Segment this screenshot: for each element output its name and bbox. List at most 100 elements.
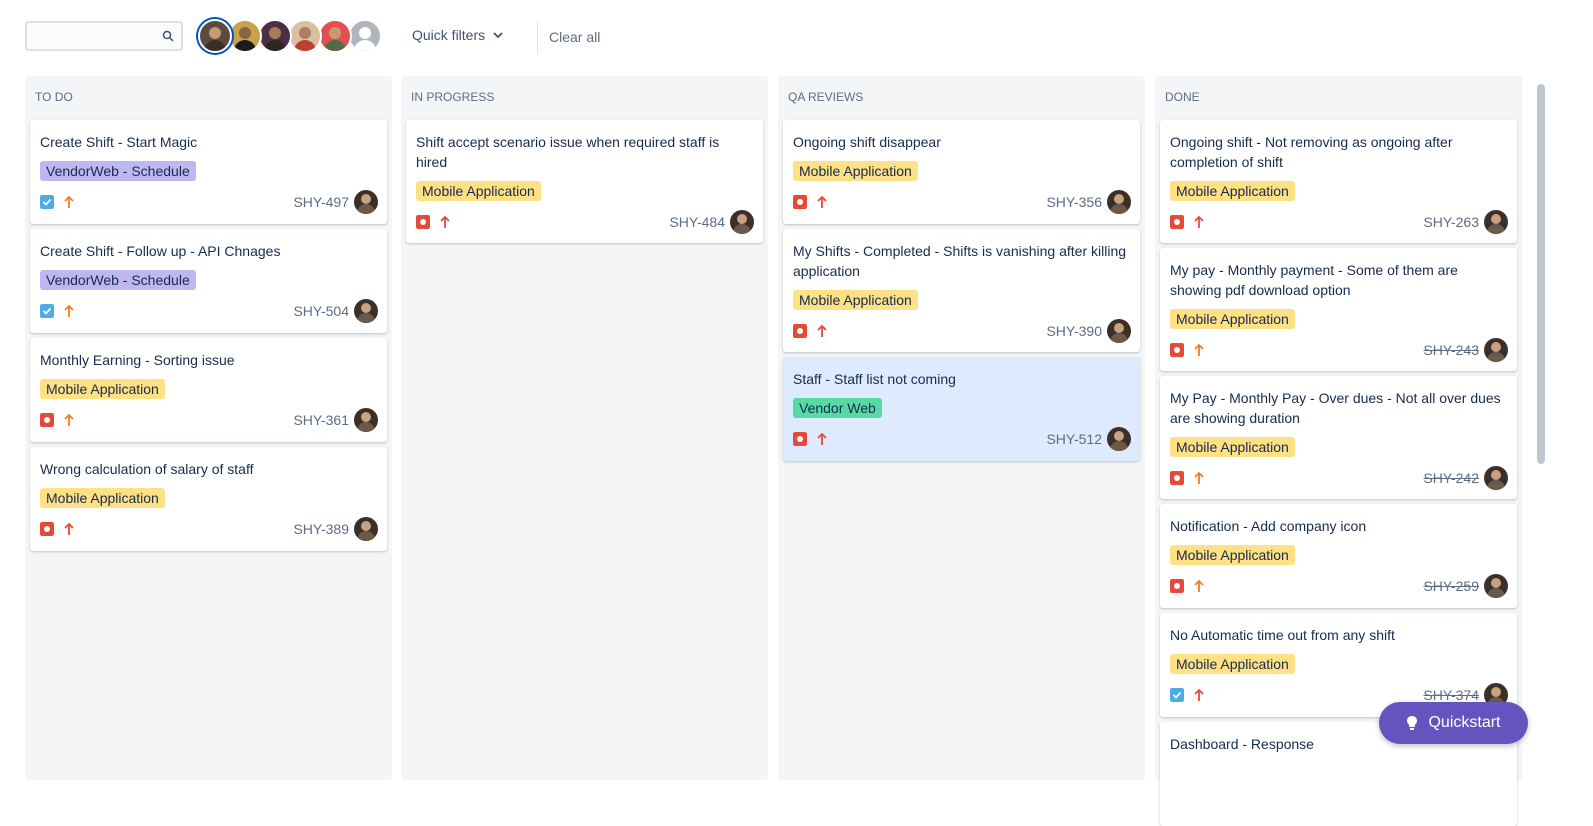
issue-card[interactable]: My pay - Monthly payment - Some of them …	[1160, 248, 1517, 371]
avatar-body	[234, 40, 256, 51]
avatar-filter-3[interactable]	[258, 19, 292, 53]
epic-label[interactable]: VendorWeb - Schedule	[40, 270, 196, 290]
avatar-filter-6[interactable]	[348, 19, 382, 53]
issue-card[interactable]: Staff - Staff list not coming Vendor Web S…	[783, 357, 1140, 461]
avatar-body	[1110, 204, 1128, 214]
avatar-body	[324, 40, 346, 51]
avatar-face	[239, 27, 251, 39]
quick-filters-label: Quick filters	[412, 27, 486, 43]
bug-type-icon	[1170, 579, 1184, 593]
quickstart-button[interactable]: Quickstart	[1379, 702, 1528, 744]
search-input[interactable]	[25, 21, 183, 51]
epic-label[interactable]: Mobile Application	[416, 181, 541, 201]
priority-medium-arrow-icon	[64, 413, 74, 426]
quickstart-label: Quickstart	[1428, 714, 1501, 731]
issue-key[interactable]: SHY-243	[1423, 342, 1479, 358]
issue-title: No Automatic time out from any shift	[1170, 627, 1395, 643]
column-qa-reviews: QA REVIEWS Ongoing shift disappear Mobile …	[778, 76, 1145, 780]
avatar-filter-2[interactable]	[228, 19, 262, 53]
epic-label[interactable]: Mobile Application	[40, 488, 165, 508]
issue-key[interactable]: SHY-263	[1423, 214, 1479, 230]
issue-card[interactable]: Monthly Earning - Sorting issue Mobile Ap…	[30, 338, 387, 442]
issue-title: Ongoing shift - Not removing as ongoing …	[1170, 134, 1453, 170]
issue-key[interactable]: SHY-484	[669, 214, 725, 230]
issue-card[interactable]: Create Shift - Follow up - API Chnages Ve…	[30, 229, 387, 333]
issue-key[interactable]: SHY-504	[293, 303, 349, 319]
avatar-face	[1114, 323, 1124, 333]
issue-card[interactable]: My Shifts - Completed - Shifts is vanish…	[783, 229, 1140, 352]
epic-label[interactable]: Mobile Application	[1170, 181, 1295, 201]
assignee-avatar[interactable]	[1107, 190, 1131, 214]
avatar-face	[737, 214, 747, 224]
assignee-avatar[interactable]	[1107, 319, 1131, 343]
scrollbar-thumb[interactable]	[1537, 84, 1545, 464]
epic-label[interactable]: Mobile Application	[793, 290, 918, 310]
issue-key[interactable]: SHY-242	[1423, 470, 1479, 486]
clear-all-button[interactable]: Clear all	[549, 29, 600, 45]
bug-type-icon	[1170, 215, 1184, 229]
issue-card[interactable]: Ongoing shift disappear Mobile Applicatio…	[783, 120, 1140, 224]
issue-key[interactable]: SHY-361	[293, 412, 349, 428]
bug-type-icon	[40, 413, 54, 427]
epic-label[interactable]: Vendor Web	[793, 398, 882, 418]
task-type-icon	[40, 304, 54, 318]
issue-card[interactable]: My Pay - Monthly Pay - Over dues - Not a…	[1160, 376, 1517, 499]
epic-label[interactable]: Mobile Application	[1170, 654, 1295, 674]
issue-title: My Shifts - Completed - Shifts is vanish…	[793, 243, 1127, 279]
issue-key[interactable]: SHY-356	[1046, 194, 1102, 210]
avatar-body	[1487, 588, 1505, 598]
assignee-avatar[interactable]	[1484, 574, 1508, 598]
avatar-face	[361, 194, 371, 204]
assignee-avatar[interactable]	[354, 299, 378, 323]
priority-medium-arrow-icon	[1194, 343, 1204, 356]
issue-card[interactable]: Wrong calculation of salary of staff Mobi…	[30, 447, 387, 551]
issue-key[interactable]: SHY-259	[1423, 578, 1479, 594]
epic-label[interactable]: Mobile Application	[1170, 437, 1295, 457]
issue-card[interactable]: Notification - Add company icon Mobile Ap…	[1160, 504, 1517, 608]
quick-filters-dropdown[interactable]: Quick filters	[412, 27, 503, 43]
epic-label[interactable]: Mobile Application	[40, 379, 165, 399]
epic-label[interactable]: VendorWeb - Schedule	[40, 161, 196, 181]
avatar-filter-1[interactable]	[198, 19, 232, 53]
issue-card[interactable]: Ongoing shift - Not removing as ongoing …	[1160, 120, 1517, 243]
assignee-avatar[interactable]	[730, 210, 754, 234]
avatar-face	[269, 27, 281, 39]
bug-type-icon	[416, 215, 430, 229]
avatar-body	[357, 531, 375, 541]
avatar-body	[733, 224, 751, 234]
avatar-body	[1487, 352, 1505, 362]
avatar-body	[357, 422, 375, 432]
epic-label[interactable]: Mobile Application	[793, 161, 918, 181]
bug-type-icon	[793, 432, 807, 446]
issue-key[interactable]: SHY-497	[293, 194, 349, 210]
avatar-face	[361, 303, 371, 313]
avatar-face	[299, 27, 311, 39]
assignee-avatar[interactable]	[1484, 466, 1508, 490]
priority-high-arrow-icon	[1194, 688, 1204, 701]
assignee-avatar[interactable]	[354, 190, 378, 214]
issue-key[interactable]: SHY-374	[1423, 687, 1479, 703]
assignee-filter-avatars	[198, 19, 382, 55]
epic-label[interactable]: Mobile Application	[1170, 309, 1295, 329]
assignee-avatar[interactable]	[1484, 210, 1508, 234]
issue-card[interactable]: Create Shift - Start Magic VendorWeb - Sc…	[30, 120, 387, 224]
avatar-face	[1491, 342, 1501, 352]
bug-type-icon	[1170, 471, 1184, 485]
assignee-avatar[interactable]	[354, 517, 378, 541]
avatar-filter-4[interactable]	[288, 19, 322, 53]
priority-high-arrow-icon	[64, 522, 74, 535]
assignee-avatar[interactable]	[1107, 427, 1131, 451]
priority-high-arrow-icon	[440, 215, 450, 228]
issue-key[interactable]: SHY-390	[1046, 323, 1102, 339]
issue-key[interactable]: SHY-512	[1046, 431, 1102, 447]
avatar-filter-5[interactable]	[318, 19, 352, 53]
issue-card[interactable]: Shift accept scenario issue when require…	[406, 120, 763, 243]
assignee-avatar[interactable]	[354, 408, 378, 432]
column-title: QA REVIEWS	[788, 90, 864, 104]
issue-key[interactable]: SHY-389	[293, 521, 349, 537]
epic-label[interactable]: Mobile Application	[1170, 545, 1295, 565]
avatar-body	[357, 204, 375, 214]
board-scrollbar[interactable]	[1535, 72, 1547, 780]
assignee-avatar[interactable]	[1484, 338, 1508, 362]
avatar-face	[329, 27, 341, 39]
